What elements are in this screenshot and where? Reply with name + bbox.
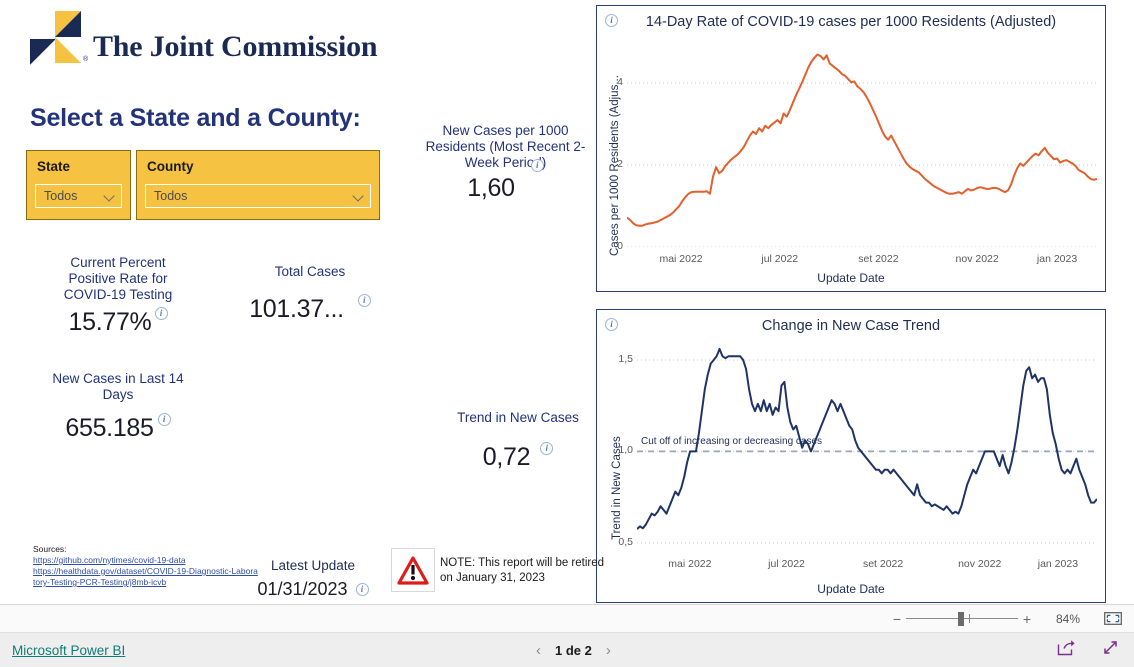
sources-block: Sources: https://github.com/nytimes/covi… [33,544,258,588]
trend-chart-y-tick: 1,0 [618,444,633,457]
source-link-healthdata[interactable]: https://healthdata.gov/dataset/COVID-19-… [33,566,258,588]
kpi-trend-new-cases: Trend in New Cases 0,72 i [448,410,588,472]
rate-chart-y-tick: 0 [617,240,623,252]
retirement-note-text: NOTE: This report will be retired on Jan… [440,557,605,584]
latest-update-label: Latest Update [270,558,356,573]
kpi-trend-new-cases-value: 0,72 [482,443,531,471]
kpi-new-cases-per-1000-label: New Cases per 1000 Residents (Most Recen… [425,123,586,170]
info-icon[interactable]: i [355,583,369,596]
kpi-total-cases: Total Cases 101.37... i [230,264,390,324]
sources-heading: Sources: [33,544,67,554]
slicer-county-dropdown[interactable]: Todos [145,184,371,208]
trend-chart-x-tick: jul 2022 [768,558,805,570]
trend-chart-x-tick: jan 2023 [1037,558,1079,570]
page-navigation: ‹ 1 de 2 › [536,643,611,658]
logo-wordmark: The Joint Commission [93,30,378,63]
zoom-slider[interactable] [906,611,1018,626]
latest-update-block: Latest Update 01/31/2023 i [257,558,369,600]
slicer-state[interactable]: State Todos [26,150,131,220]
zoom-percent-label: 84% [1055,611,1081,626]
kpi-new-cases-14-days-label: New Cases in Last 14 Days [52,371,184,402]
chevron-down-icon [353,191,364,202]
kpi-positive-rate: Current Percent Positive Rate for COVID-… [48,255,188,337]
info-icon[interactable]: i [540,442,554,455]
trend-chart-x-tick: nov 2022 [958,558,1002,570]
kpi-new-cases-per-1000-value: 1,60 [467,174,515,202]
kpi-total-cases-value: 101.37... [249,295,344,323]
rate-chart-x-tick: mai 2022 [659,253,703,265]
chart-change-new-case-trend-x-axis-label: Update Date [817,582,885,596]
kpi-positive-rate-label: Current Percent Positive Rate for COVID-… [63,255,173,302]
info-icon[interactable]: i [357,294,371,307]
slicer-state-dropdown[interactable]: Todos [35,184,122,208]
rate-chart-x-tick: jan 2023 [1036,253,1078,265]
info-icon[interactable]: i [530,159,544,172]
zoom-in-button[interactable]: + [1018,612,1036,626]
info-icon[interactable]: i [157,413,171,426]
trend-chart-x-tick: mai 2022 [668,558,712,570]
trend-chart-x-tick: set 2022 [862,558,904,570]
warning-triangle-icon [397,555,429,585]
slicer-state-value: Todos [44,189,78,203]
trend-chart-y-tick: 0,5 [618,535,633,548]
kpi-trend-new-cases-label: Trend in New Cases [457,410,579,425]
status-bar: Microsoft Power BI ‹ 1 de 2 › [0,633,1134,667]
chart-change-new-case-trend-title: Change in New Case Trend [761,318,941,334]
zoom-out-button[interactable]: − [888,612,906,626]
info-icon[interactable]: i [154,307,168,320]
page-indicator: 1 de 2 [555,642,592,658]
rate-chart-series-line [627,53,1097,227]
page-title: Select a State and a County: [30,104,361,132]
joint-commission-logo: ® The Joint Commission [29,10,378,72]
latest-update-value: 01/31/2023 [257,579,348,599]
logo-registered-mark: ® [83,56,89,63]
slicer-county-title: County [147,159,194,174]
chart-14-day-rate-plot-area [627,34,1097,247]
kpi-positive-rate-value: 15.77% [68,308,152,336]
fullscreen-icon[interactable] [1101,638,1120,662]
slicer-county[interactable]: County Todos [136,150,380,220]
rate-chart-y-tick: 4 [617,76,623,89]
slicer-state-title: State [37,159,71,174]
fit-to-page-icon[interactable] [1104,612,1122,625]
kpi-total-cases-label: Total Cases [274,264,346,279]
kpi-new-cases-14-days: New Cases in Last 14 Days 655.185 i [48,371,188,443]
chart-14-day-rate: i 14-Day Rate of COVID-19 cases per 1000… [596,5,1106,292]
chevron-right-icon[interactable]: › [606,643,611,658]
rate-chart-x-tick: nov 2022 [955,253,999,265]
zoom-slider-notch [968,614,970,623]
microsoft-power-bi-link[interactable]: Microsoft Power BI [12,643,125,658]
status-bar-actions [1056,638,1120,662]
zoom-slider-thumb[interactable] [957,611,964,626]
zoom-toolbar: − + 84% [0,605,1134,633]
rate-chart-y-tick: 2 [617,158,623,171]
source-link-nytimes[interactable]: https://github.com/nytimes/covid-19-data [33,555,258,566]
rate-chart-svg [627,53,1097,247]
chart-14-day-rate-x-axis-label: Update Date [817,271,885,285]
chart-change-new-case-trend: i Change in New Case Trend Trend in New … [596,309,1106,603]
rate-chart-x-tick: set 2022 [858,253,899,265]
kpi-new-cases-14-days-value: 655.185 [65,414,154,442]
slicer-county-value: Todos [154,189,188,203]
trend-chart-y-tick: 1,5 [618,352,633,365]
chevron-left-icon[interactable]: ‹ [536,643,541,658]
trend-chart-cutoff-label: Cut off of increasing or decreasing case… [641,436,823,448]
chevron-down-icon [104,191,115,202]
chart-14-day-rate-title: 14-Day Rate of COVID-19 cases per 1000 R… [645,14,1057,30]
report-canvas: ® The Joint Commission Select a State an… [0,0,1134,612]
warning-note-box [391,548,435,592]
share-icon[interactable] [1056,639,1075,661]
kpi-new-cases-per-1000: New Cases per 1000 Residents (Most Recen… [418,123,593,203]
rate-chart-x-tick: jul 2022 [761,253,799,265]
